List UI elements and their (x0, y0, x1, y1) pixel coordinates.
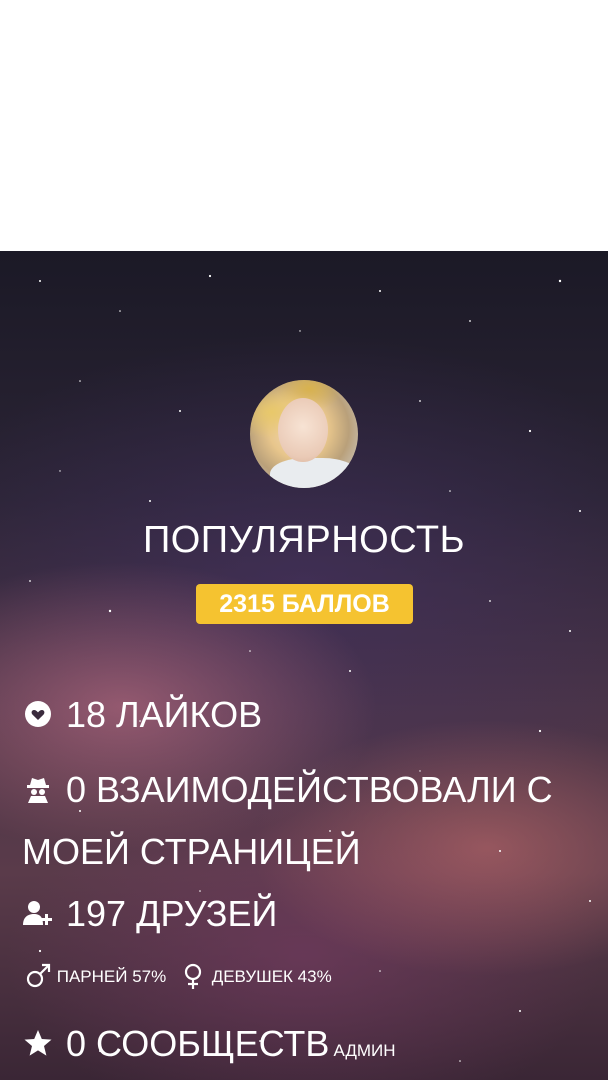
communities-label: 0 СООБЩЕСТВ (66, 1023, 330, 1064)
communities-admin-label: АДМИН (333, 1041, 396, 1060)
starfield-background (29, 274, 591, 1062)
popularity-card: ПОПУЛЯРНОСТЬ 2315 БАЛЛОВ 18 ЛАЙКОВ 0 ВЗА… (0, 251, 608, 1080)
visitors-row[interactable]: 0 ВЗАИМОДЕЙСТВОВАЛИ С МОЕЙ СТРАНИЦЕЙ (22, 759, 602, 883)
spy-icon (27, 778, 49, 804)
likes-label: 18 ЛАЙКОВ (66, 694, 263, 735)
likes-row[interactable]: 18 ЛАЙКОВ (22, 685, 262, 745)
gender-row: ПАРНЕЙ 57% ДЕВУШЕК 43% (24, 959, 332, 995)
male-icon (26, 963, 51, 987)
add-user-icon (23, 901, 52, 926)
star-icon (24, 1030, 52, 1057)
visitors-label: 0 ВЗАИМОДЕЙСТВОВАЛИ С МОЕЙ СТРАНИЦЕЙ (22, 769, 553, 872)
popularity-title: ПОПУЛЯРНОСТЬ (142, 519, 466, 561)
friends-row[interactable]: 197 ДРУЗЕЙ (22, 884, 277, 944)
male-percentage: ПАРНЕЙ 57% (56, 967, 167, 986)
points-badge: 2315 БАЛЛОВ (196, 584, 413, 624)
female-icon (184, 963, 202, 989)
heart-icon (25, 701, 51, 728)
avatar[interactable] (250, 380, 358, 488)
female-percentage: ДЕВУШЕК 43% (211, 967, 332, 986)
friends-label: 197 ДРУЗЕЙ (66, 893, 278, 934)
communities-row[interactable]: 0 СООБЩЕСТВ АДМИН (22, 1014, 396, 1080)
avatar-face (278, 398, 328, 462)
blank-header-area (0, 0, 608, 251)
